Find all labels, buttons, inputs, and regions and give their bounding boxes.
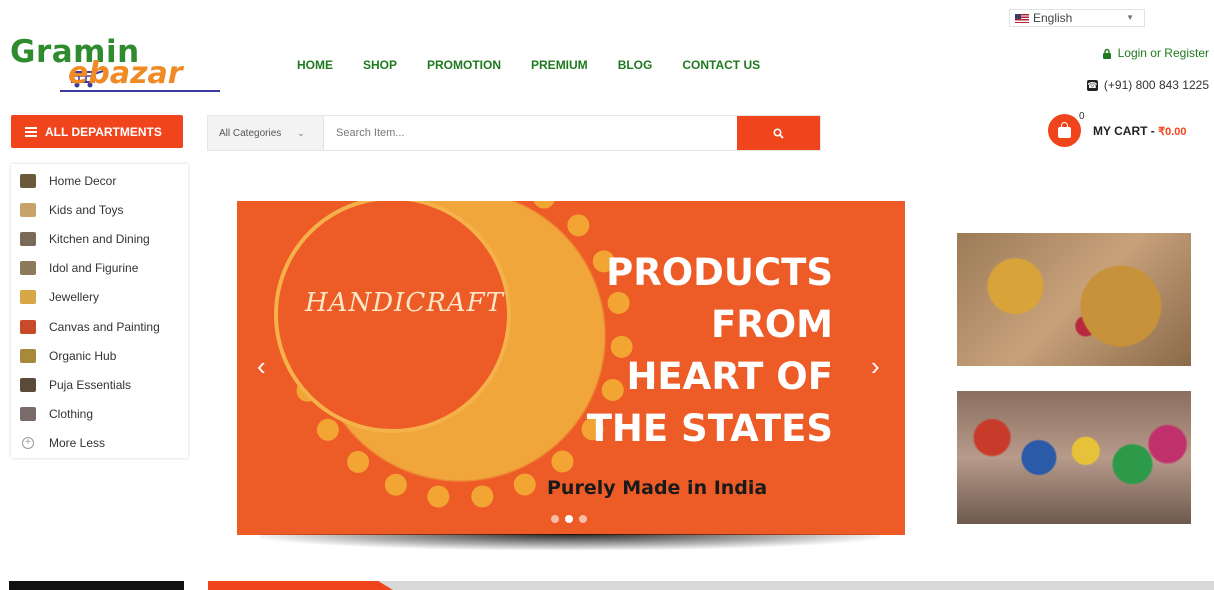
department-item-label: Jewellery <box>49 290 100 305</box>
headline-line: FROM <box>710 303 833 346</box>
slider-dots <box>551 515 587 523</box>
dolls-promo-image[interactable] <box>957 391 1191 524</box>
nav-premium[interactable]: PREMIUM <box>531 58 588 72</box>
language-label: English <box>1033 11 1073 25</box>
nav-contact-us[interactable]: CONTACT US <box>682 58 760 72</box>
banner-tagline: Purely Made in India <box>547 477 768 499</box>
search-icon <box>773 127 784 139</box>
my-cart-label: MY CART - ₹0.00 <box>1093 123 1187 138</box>
lock-icon <box>1102 48 1111 59</box>
search-button[interactable] <box>737 116 820 150</box>
cart-amount: ₹0.00 <box>1158 125 1187 138</box>
logo-text-ebazar: ebazar <box>68 56 183 91</box>
chevron-down-icon: ⌄ <box>297 127 305 138</box>
page: English ▼ Gramin ebazar HOME SHOP PROMOT… <box>0 0 1214 590</box>
jewellery-icon <box>20 290 36 305</box>
department-item[interactable]: Organic Hub <box>11 341 188 370</box>
home-decor-icon <box>20 173 36 188</box>
kitchen-icon <box>20 231 36 246</box>
nav-shop[interactable]: SHOP <box>363 58 397 72</box>
phone-icon: ☎ <box>1086 79 1098 91</box>
chevron-left-icon[interactable]: ‹ <box>257 353 266 379</box>
department-item-label: Clothing <box>49 407 94 422</box>
site-logo[interactable]: Gramin ebazar <box>10 34 220 94</box>
department-list: Home Decor Kids and Toys Kitchen and Dinin… <box>11 164 188 458</box>
headline-line: THE STATES <box>586 407 833 450</box>
headline-line: HEART OF <box>626 355 833 398</box>
my-cart-button[interactable]: 0 MY CART - ₹0.00 <box>1048 111 1187 147</box>
toys-icon <box>20 202 36 217</box>
search-bar: All Categories ⌄ <box>207 115 821 151</box>
slider-dot[interactable] <box>565 515 573 523</box>
department-item[interactable]: Kids and Toys <box>11 195 188 224</box>
department-item-label: More Less <box>49 436 106 451</box>
search-input[interactable] <box>324 116 737 150</box>
login-register-label: Login or Register <box>1117 46 1209 60</box>
nav-promotion[interactable]: PROMOTION <box>427 58 501 72</box>
slider-dot[interactable] <box>579 515 587 523</box>
banner-script-text: HANDICRAFT <box>305 288 504 318</box>
chevron-right-icon[interactable]: › <box>871 353 880 379</box>
category-select-label: All Categories <box>219 127 282 139</box>
slider-dot[interactable] <box>551 515 559 523</box>
department-item-label: Home Decor <box>49 173 117 188</box>
department-item[interactable]: Kitchen and Dining <box>11 224 188 253</box>
department-item-label: Puja Essentials <box>49 377 132 392</box>
chevron-down-icon: ▼ <box>1126 13 1134 22</box>
department-item[interactable]: Puja Essentials <box>11 370 188 399</box>
department-item-label: Organic Hub <box>49 348 117 363</box>
phone-number: (+91) 800 843 1225 <box>1103 78 1209 92</box>
nav-home[interactable]: HOME <box>297 58 333 72</box>
menu-icon <box>25 126 37 137</box>
department-item-label: Canvas and Painting <box>49 319 160 334</box>
headline-line: PRODUCTS <box>606 251 833 294</box>
painting-icon <box>20 319 36 334</box>
clothing-icon <box>20 407 36 422</box>
department-item-label: Kitchen and Dining <box>49 231 150 246</box>
jewellery-promo-image[interactable] <box>957 233 1191 366</box>
department-item[interactable]: Home Decor <box>11 166 188 195</box>
plus-circle-icon: + <box>22 437 34 450</box>
hero-banner[interactable]: HANDICRAFT PRODUCTS FROM HEART OF THE ST… <box>237 201 905 535</box>
all-departments-label: ALL DEPARTMENTS <box>45 124 162 139</box>
nav-blog[interactable]: BLOG <box>618 58 653 72</box>
logo-underline <box>60 90 220 92</box>
language-select[interactable]: English ▼ <box>1009 9 1145 27</box>
login-register-link[interactable]: Login or Register <box>1102 46 1209 60</box>
cart-count: 0 <box>1079 111 1085 122</box>
category-select[interactable]: All Categories ⌄ <box>208 116 324 150</box>
department-item[interactable]: Canvas and Painting <box>11 312 188 341</box>
department-item[interactable]: Jewellery <box>11 283 188 312</box>
shopping-bag-icon: 0 <box>1048 111 1085 147</box>
idol-icon <box>20 261 36 276</box>
bottom-left-panel <box>9 581 184 590</box>
main-nav: HOME SHOP PROMOTION PREMIUM BLOG CONTACT… <box>297 58 790 72</box>
department-item[interactable]: Clothing <box>11 400 188 429</box>
department-item-label: Kids and Toys <box>49 202 124 217</box>
puja-icon <box>20 377 36 392</box>
us-flag-icon <box>1015 13 1029 23</box>
banner-headline: PRODUCTS FROM HEART OF THE STATES <box>587 247 833 455</box>
section-header-tab[interactable] <box>208 581 393 590</box>
department-item[interactable]: + More Less <box>11 429 188 458</box>
all-departments-button[interactable]: ALL DEPARTMENTS <box>11 115 183 148</box>
organic-icon <box>20 348 36 363</box>
department-item[interactable]: Idol and Figurine <box>11 254 188 283</box>
department-item-label: Idol and Figurine <box>49 261 139 276</box>
banner-shadow <box>260 534 880 550</box>
phone-contact: ☎ (+91) 800 843 1225 <box>1086 78 1209 92</box>
